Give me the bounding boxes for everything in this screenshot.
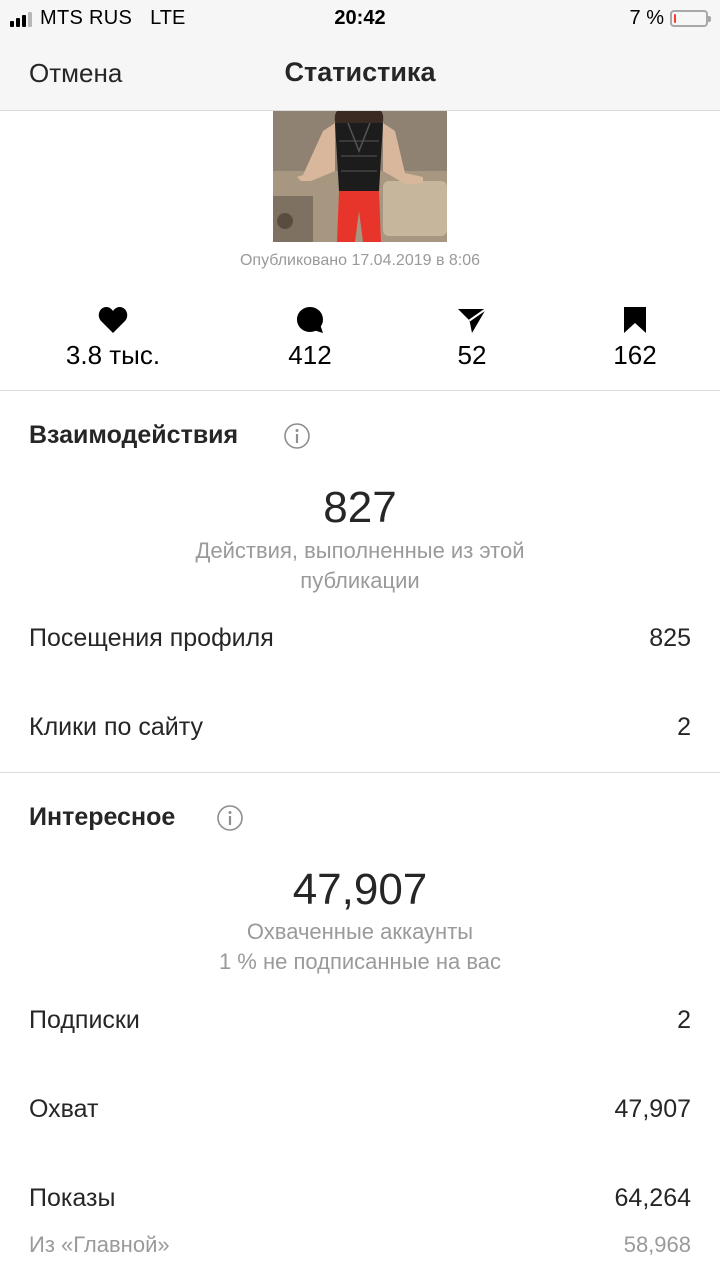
- discovery-caption-secondary: 1 % не подписанные на вас: [218, 949, 502, 974]
- discovery-title: Интересное: [29, 803, 176, 831]
- divider: [0, 390, 720, 391]
- profile-visits-label: Посещения профиля: [29, 624, 274, 652]
- status-bar: MTS RUS LTE 20:42 7 %: [0, 0, 720, 38]
- engagement-counts: 3.8 тыс. 412 52 162: [0, 300, 720, 380]
- info-icon[interactable]: [217, 805, 243, 831]
- divider: [0, 772, 720, 773]
- published-date: Опубликовано 17.04.2019 в 8:06: [239, 252, 481, 269]
- comments-count: 412: [288, 340, 332, 370]
- shares-count: 52: [457, 340, 487, 370]
- interactions-title: Взаимодействия: [29, 421, 239, 449]
- from-home-value: 58,968: [623, 1232, 691, 1257]
- saves-count-item: 162: [555, 300, 715, 371]
- website-clicks-label: Клики по сайту: [29, 713, 203, 741]
- bookmark-icon: [624, 307, 646, 333]
- from-home-label: Из «Главной»: [29, 1232, 170, 1257]
- impressions-label: Показы: [29, 1184, 116, 1212]
- battery-icon: [670, 10, 711, 27]
- website-clicks-value: 2: [677, 713, 691, 741]
- likes-count-item: 3.8 тыс.: [33, 300, 193, 371]
- battery-percent: 7 %: [629, 7, 664, 29]
- clock: 20:42: [334, 7, 386, 29]
- comment-bubble-icon: [297, 307, 323, 333]
- discovery-total: 47,907: [292, 865, 428, 914]
- paper-plane-icon: [458, 308, 487, 333]
- reach-label: Охват: [29, 1095, 99, 1123]
- insights-screen: MTS RUS LTE 20:42 7 % Отмена Статистика: [0, 0, 720, 1280]
- follows-value: 2: [677, 1006, 691, 1034]
- heart-icon: [98, 307, 128, 333]
- saves-count: 162: [613, 340, 657, 370]
- follows-label: Подписки: [29, 1006, 140, 1034]
- comments-count-item: 412: [230, 300, 390, 371]
- interactions-caption: Действия, выполненные из этой публикации: [195, 538, 525, 593]
- battery-level-fill: [674, 14, 676, 23]
- shares-count-item: 52: [392, 300, 552, 371]
- interactions-total: 827: [323, 483, 397, 532]
- discovery-caption: Охваченные аккаунты: [246, 919, 474, 944]
- likes-count: 3.8 тыс.: [65, 340, 161, 370]
- status-bar-right: 7 %: [629, 7, 711, 30]
- reach-value: 47,907: [614, 1095, 691, 1123]
- profile-visits-value: 825: [649, 624, 691, 652]
- page-title: Статистика: [284, 57, 436, 87]
- post-thumbnail[interactable]: [273, 111, 447, 242]
- post-thumbnail-art: [273, 111, 447, 242]
- nav-bar: Отмена Статистика: [0, 38, 720, 111]
- impressions-value: 64,264: [614, 1184, 691, 1212]
- info-icon[interactable]: [284, 423, 310, 449]
